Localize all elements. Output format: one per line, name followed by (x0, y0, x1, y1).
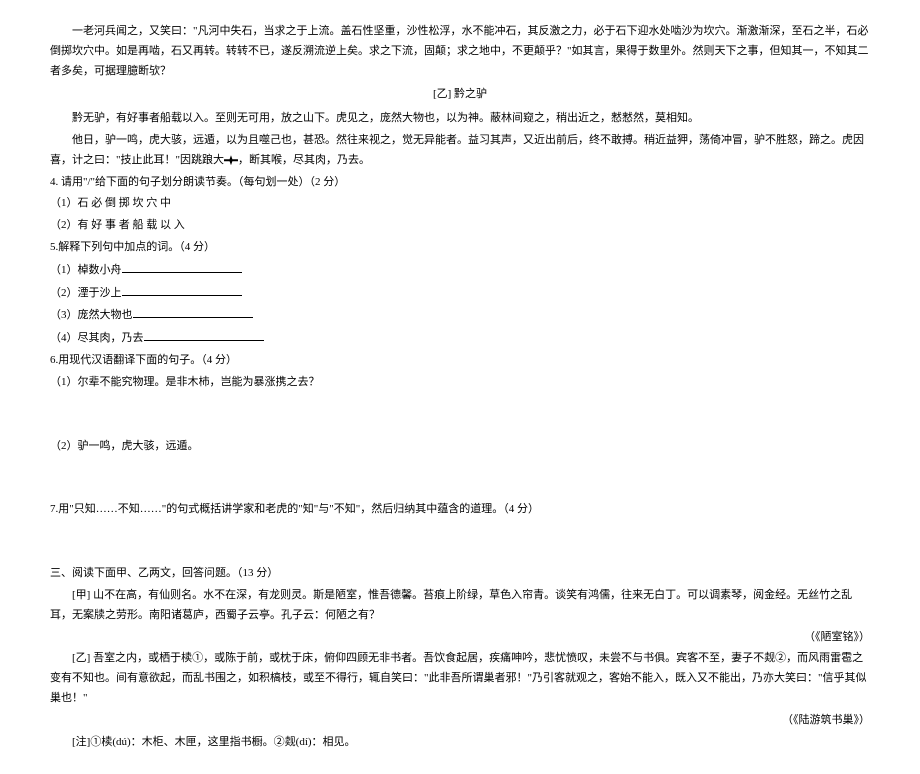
source-1: （《陋室铭》） (50, 628, 870, 648)
question-5-1: （1）棹数小舟 (50, 260, 870, 281)
question-6-2: （2）驴一鸣，虎大骇，远遁。 (50, 437, 870, 457)
answer-space-7 (50, 522, 870, 562)
passage-yi-p2b: ，断其喉，尽其肉，乃去。 (238, 154, 370, 166)
question-4-1: （1）石 必 倒 掷 坎 穴 中 (50, 194, 870, 214)
passage-yi-p2: 他日，驴一鸣，虎大骇，远遁，以为且噬己也，甚恐。然往来视之，觉无异能者。益习其声… (50, 131, 870, 171)
source-2: （《陆游筑书巢》） (50, 711, 870, 731)
blank-5-2[interactable] (122, 283, 242, 296)
blank-5-4[interactable] (144, 328, 264, 341)
section-3-heading: 三、阅读下面甲、乙两文，回答问题。（13 分） (50, 564, 870, 584)
question-6-1: （1）尔辈不能究物理。是非木杮，岂能为暴涨携之去？ (50, 373, 870, 393)
blank-5-3[interactable] (133, 305, 253, 318)
title-yi: [乙] 黔之驴 (50, 85, 870, 105)
passage-jia-2: [甲] 山不在高，有仙则名。水不在深，有龙则灵。斯是陋室，惟吾德馨。苔痕上阶绿，… (50, 586, 870, 626)
answer-space-6-2 (50, 458, 870, 498)
passage-yi-p2a: 他日，驴一鸣，虎大骇，远遁，以为且噬己也，甚恐。然往来视之，觉无异能者。益习其声… (50, 134, 864, 166)
answer-space-6-1 (50, 395, 870, 435)
question-5: 5.解释下列句中加点的词。（4 分） (50, 238, 870, 258)
roar-icon (224, 155, 238, 165)
question-5-4: （4）尽其肉，乃去 (50, 328, 870, 349)
footnote: [注]①椟(dú)：木柜、木匣，这里指书橱。②觌(dí)：相见。 (50, 733, 870, 753)
question-4: 4. 请用"/"给下面的句子划分朗读节奏。（每句划一处）（2 分） (50, 173, 870, 193)
blank-5-1[interactable] (122, 260, 242, 273)
question-4-2: （2）有 好 事 者 船 载 以 入 (50, 216, 870, 236)
question-5-3: （3）庞然大物也 (50, 305, 870, 326)
passage-yi-p1: 黔无驴，有好事者船载以入。至则无可用，放之山下。虎见之，庞然大物也，以为神。蔽林… (50, 109, 870, 129)
question-6: 6.用现代汉语翻译下面的句子。（4 分） (50, 351, 870, 371)
question-7: 7.用"只知……不知……"的句式概括讲学家和老虎的"知"与"不知"，然后归纳其中… (50, 500, 870, 520)
passage-yi-2: [乙] 吾室之内，或栖于椟①，或陈于前，或枕于床，俯仰四顾无非书者。吾饮食起居，… (50, 649, 870, 708)
question-5-2: （2）湮于沙上 (50, 283, 870, 304)
passage-jia-quote: 一老河兵闻之，又笑曰："凡河中失石，当求之于上流。盖石性坚重，沙性松浮，水不能冲… (50, 22, 870, 81)
